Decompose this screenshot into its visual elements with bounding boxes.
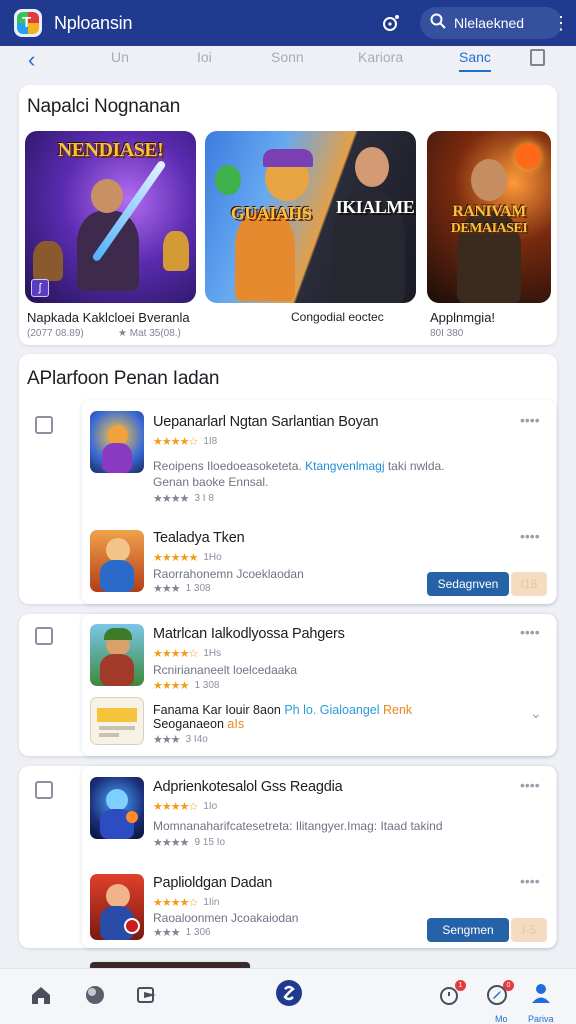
app-logo-icon[interactable] bbox=[14, 9, 42, 37]
more-options-icon[interactable]: •••• bbox=[520, 625, 540, 639]
app-sub-rating: ★★★ 1 306 bbox=[153, 927, 211, 939]
chevron-left-icon[interactable]: ‹ bbox=[28, 46, 35, 74]
bell-icon[interactable] bbox=[380, 12, 402, 34]
star-icon: ★ bbox=[118, 328, 130, 339]
tab-bar: ‹ Un Ioi Sonn Kariora Sanc bbox=[0, 46, 576, 76]
star-rating-icon: ★★★ bbox=[153, 734, 181, 746]
app-description: Rcniriananeelt loelcedaaka bbox=[153, 663, 298, 677]
app-thumb[interactable] bbox=[90, 411, 144, 473]
tab-sonn[interactable]: Sonn bbox=[271, 46, 304, 72]
featured-tile-3[interactable]: RANIVAM DEMAIASEI bbox=[427, 131, 551, 303]
star-rating-icon: ★★★ bbox=[153, 927, 181, 939]
star-rating-icon: ★★★★ bbox=[153, 493, 189, 505]
featured-tile-1[interactable]: NENDIASE! ʃ bbox=[25, 131, 196, 303]
app-rating: ★★★★☆ 1I8 bbox=[153, 436, 218, 448]
star-rating-icon: ★★★★☆ bbox=[153, 648, 198, 660]
app-rating: ★★★★☆ 1Io bbox=[153, 801, 218, 813]
center-app-icon[interactable] bbox=[274, 978, 304, 1008]
app-description: Momnanaharifcatesetreta: Ilitangyer.Imag… bbox=[153, 819, 443, 833]
search-icon bbox=[430, 13, 446, 34]
star-rating-icon: ★★★★ bbox=[153, 837, 189, 849]
star-rating-icon: ★★★ bbox=[153, 583, 181, 595]
platform-icon: ʃ bbox=[31, 279, 49, 297]
profile-label: Pariva bbox=[528, 1014, 554, 1024]
featured-art-title: RANIVAM bbox=[452, 203, 526, 220]
app-thumb[interactable] bbox=[90, 530, 144, 592]
app-description: Raoaloonmen Jcoakaiodan bbox=[153, 911, 299, 925]
group-checkbox-3[interactable] bbox=[35, 781, 53, 799]
globe-icon[interactable] bbox=[82, 982, 108, 1008]
more-options-icon[interactable]: •••• bbox=[520, 874, 540, 888]
explore-badge: 0 bbox=[503, 980, 514, 991]
group-checkbox-2[interactable] bbox=[35, 627, 53, 645]
app-name[interactable]: Tealadya Tken bbox=[153, 530, 245, 546]
featured-meta-1b: ★ Mat 35(08.) bbox=[118, 328, 181, 339]
price-badge[interactable]: I-5 bbox=[511, 918, 547, 942]
star-rating-icon: ★★★★☆ bbox=[153, 897, 198, 909]
tab-ioi[interactable]: Ioi bbox=[197, 46, 212, 72]
more-options-icon[interactable]: •••• bbox=[520, 778, 540, 792]
app-list-heading: APlarfoon Penan Iadan bbox=[27, 368, 220, 389]
tab-kariora[interactable]: Kariora bbox=[358, 46, 403, 72]
app-name-line2: Seoganaeon aIs bbox=[153, 717, 245, 731]
price-badge[interactable]: I18 bbox=[511, 572, 547, 596]
app-title: Nploansin bbox=[54, 12, 133, 33]
app-sub-rating: ★★★ 3 I4o bbox=[153, 734, 208, 746]
document-icon[interactable] bbox=[530, 49, 545, 66]
app-description: Reoipens Iloedoeasoketeta. Ktangvenlmagj… bbox=[153, 459, 445, 473]
tab-sanc[interactable]: Sanc bbox=[459, 46, 491, 72]
more-options-icon[interactable]: •••• bbox=[520, 413, 540, 427]
app-thumb[interactable] bbox=[90, 874, 144, 940]
search-input[interactable] bbox=[454, 15, 544, 31]
app-rating: ★★★★☆ 1Hs bbox=[153, 648, 222, 660]
share-icon[interactable] bbox=[134, 982, 160, 1008]
featured-name-3[interactable]: Applnmgia! bbox=[430, 310, 495, 325]
top-app-bar: Nploansin ⋮ bbox=[0, 0, 576, 46]
app-description: Raorrahonemn Jcoeklaodan bbox=[153, 567, 304, 581]
app-sub-rating: ★★★★ 3 I 8 bbox=[153, 493, 214, 505]
star-rating-icon: ★★★★☆ bbox=[153, 436, 198, 448]
app-description-2: Genan baoke Ennsal. bbox=[153, 475, 269, 489]
app-name[interactable]: Uepanarlarl Ngtan Sarlantian Boyan bbox=[153, 414, 379, 430]
star-rating-icon: ★★★★☆ bbox=[153, 801, 198, 813]
featured-meta-1: (2077 08.89) bbox=[27, 328, 84, 339]
profile-icon[interactable] bbox=[528, 980, 554, 1006]
app-thumb[interactable] bbox=[90, 777, 144, 839]
app-sub-rating: ★★★ 1 308 bbox=[153, 583, 211, 595]
explore-label: Mo bbox=[495, 1014, 508, 1024]
install-button[interactable]: Sengmen bbox=[427, 918, 509, 942]
kebab-menu-icon[interactable]: ⋮ bbox=[552, 14, 570, 32]
app-name[interactable]: Matrlcan Ialkodlyossa Pahgers bbox=[153, 626, 345, 642]
more-options-icon[interactable]: •••• bbox=[520, 529, 540, 543]
app-name[interactable]: Paplioldgan Dadan bbox=[153, 875, 272, 891]
app-sub-rating: ★★★★ 9 15 Io bbox=[153, 837, 226, 849]
home-icon[interactable] bbox=[28, 982, 54, 1008]
featured-art-title: NENDIASE! bbox=[57, 139, 164, 161]
install-button[interactable]: Sedagnven bbox=[427, 572, 509, 596]
featured-art-title-2: IKIALME bbox=[335, 197, 415, 217]
app-name[interactable]: Adprienkotesalol Gss Reagdia bbox=[153, 779, 343, 795]
featured-art-title-2: DEMAIASEI bbox=[450, 221, 528, 236]
app-thumb[interactable] bbox=[90, 624, 144, 686]
featured-name-2[interactable]: Congodial eoctec bbox=[291, 310, 384, 324]
featured-art-title: GUAIAHS bbox=[230, 203, 312, 223]
featured-meta-3: 80I 380 bbox=[430, 328, 464, 339]
tab-un[interactable]: Un bbox=[111, 46, 129, 72]
search-field[interactable]: ⋮ bbox=[420, 7, 570, 39]
app-rating: ★★★★★ 1Ho bbox=[153, 552, 222, 564]
chevron-down-icon[interactable]: ⌄ bbox=[530, 705, 542, 722]
featured-heading: Napalci Nognanan bbox=[27, 96, 181, 117]
app-thumb[interactable] bbox=[90, 697, 144, 745]
star-rating-icon: ★★★★★ bbox=[153, 552, 198, 564]
alarm-badge: 1 bbox=[455, 980, 466, 991]
featured-tile-2[interactable]: GUAIAHS IKIALME bbox=[205, 131, 416, 303]
group-checkbox-1[interactable] bbox=[35, 416, 53, 434]
app-rating: ★★★★☆ 1Iin bbox=[153, 897, 220, 909]
app-sub-rating: ★★★★ 1 308 bbox=[153, 680, 220, 692]
star-rating-icon: ★★★★ bbox=[153, 680, 189, 692]
featured-name-1[interactable]: Napkada Kaklcloei Bveranla bbox=[27, 310, 190, 325]
